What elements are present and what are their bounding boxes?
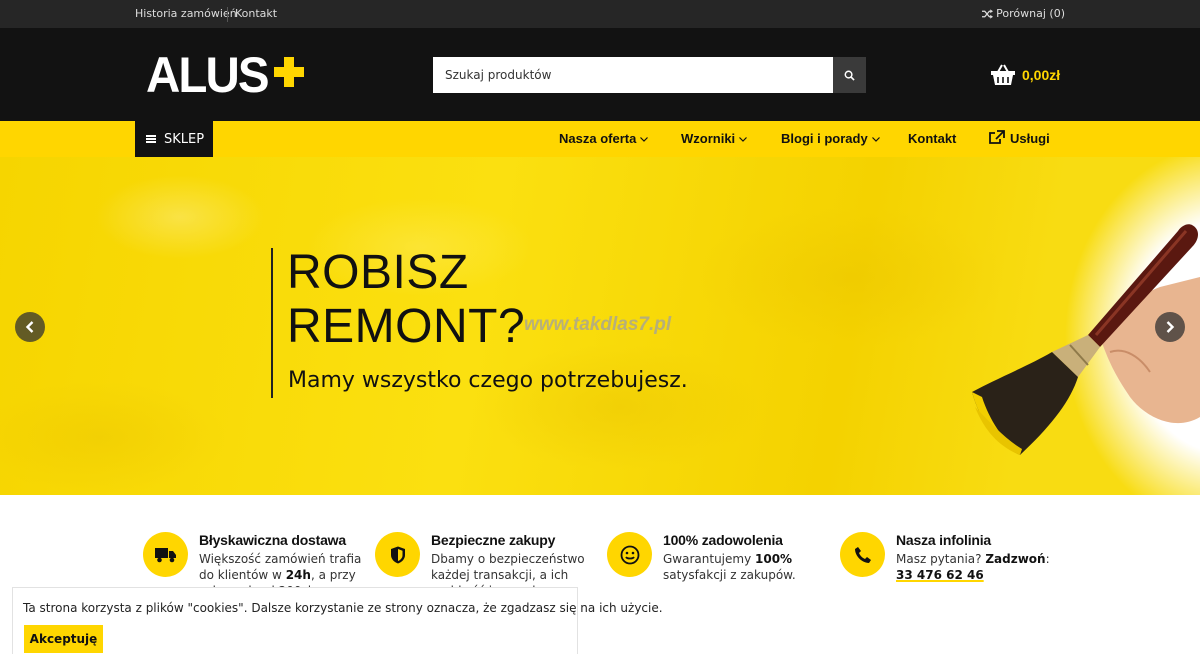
nav-item-label: Usługi [1010, 131, 1050, 146]
feature-icon-circle [607, 532, 652, 577]
feature-hotline: Nasza infolinia Masz pytania? Zadzwoń: 33… [840, 532, 1070, 612]
smiley-icon [620, 545, 639, 564]
feature-text-bold: 100% [755, 552, 793, 566]
chevron-right-icon [1166, 321, 1175, 333]
basket-icon [991, 64, 1015, 85]
feature-icon-circle [143, 532, 188, 577]
nav-item-label: Nasza oferta [559, 131, 637, 146]
feature-text-part: satysfakcji z zakupów. [663, 568, 796, 582]
feature-text-bold: Zadzwoń [985, 552, 1046, 566]
paintbrush-image [972, 224, 1200, 455]
hero-title-line1: ROBISZ [287, 246, 469, 299]
logo-plus-icon [274, 57, 305, 87]
feature-title: Nasza infolinia [896, 532, 992, 548]
cart-total: 0,00zł [1022, 67, 1061, 83]
compare-label: Porównaj (0) [996, 7, 1065, 20]
watermark: www.takdlas7.pl [524, 314, 672, 335]
top-bar: Historia zamówień Kontakt Porównaj (0) [0, 0, 1200, 28]
feature-title: Błyskawiczna dostawa [199, 532, 346, 548]
nav-item-label: Blogi i porady [781, 131, 868, 146]
shuffle-icon [982, 9, 994, 19]
nav-item-label: Wzorniki [681, 131, 736, 146]
feature-text-bold: 24h [285, 568, 311, 582]
nav-item-label: Kontakt [908, 131, 957, 146]
top-contact-link[interactable]: Kontakt [235, 0, 277, 28]
nav-item-patterns[interactable]: Wzorniki [681, 121, 748, 157]
top-bar-divider [227, 7, 228, 22]
feature-text: Gwarantujemy 100% satysfakcji z zakupów. [663, 551, 833, 583]
phone-icon [854, 546, 871, 563]
feature-title: 100% zadowolenia [663, 532, 783, 548]
shield-icon [390, 546, 405, 563]
external-link-icon [989, 130, 1005, 144]
nav-item-services[interactable]: Usługi [989, 121, 1050, 157]
search-button[interactable] [833, 57, 866, 93]
slider-prev-button[interactable] [15, 312, 45, 342]
main-nav: SKLEP Nasza oferta Wzorniki Blogi i pora… [0, 121, 1200, 157]
search-bar [433, 57, 866, 93]
hamburger-icon [146, 135, 156, 143]
shop-menu-button[interactable]: SKLEP [135, 121, 213, 157]
feature-title: Bezpieczne zakupy [431, 532, 556, 548]
chevron-down-icon [640, 137, 649, 142]
feature-text: Masz pytania? Zadzwoń: 33 476 62 46 [896, 551, 1066, 583]
chevron-down-icon [739, 137, 748, 142]
nav-item-blogs[interactable]: Blogi i porady [781, 121, 880, 157]
site-header: ALUS 0,00zł [0, 28, 1200, 121]
search-icon [844, 70, 855, 81]
hotline-phone-link[interactable]: 33 476 62 46 [896, 568, 984, 582]
feature-text-part: Masz pytania? [896, 552, 986, 566]
compare-link[interactable]: Porównaj (0) [982, 0, 1065, 28]
cookie-accept-button[interactable]: Akceptuję [24, 625, 103, 653]
logo-text: ALUS [146, 47, 270, 103]
nav-item-contact[interactable]: Kontakt [908, 121, 956, 157]
feature-text-part: : [1045, 552, 1050, 566]
hero-slider: ROBISZ REMONT? Mamy wszystko czego potrz… [0, 157, 1200, 495]
truck-icon [154, 547, 176, 562]
cart-button[interactable]: 0,00zł [990, 62, 1060, 88]
order-history-link[interactable]: Historia zamówień [135, 0, 237, 28]
feature-satisfaction: 100% zadowolenia Gwarantujemy 100% satys… [607, 532, 837, 612]
cookie-text: Ta strona korzysta z plików "cookies". D… [23, 601, 663, 615]
shop-label: SKLEP [164, 131, 205, 147]
logo[interactable]: ALUS [146, 47, 305, 103]
nav-item-offer[interactable]: Nasza oferta [559, 121, 649, 157]
hero-title: ROBISZ REMONT? [287, 246, 525, 354]
feature-icon-circle [840, 532, 885, 577]
hero-subtitle: Mamy wszystko czego potrzebujesz. [288, 368, 688, 393]
search-input[interactable] [433, 57, 833, 93]
feature-text-part: Gwarantujemy [663, 552, 755, 566]
cookie-banner: Ta strona korzysta z plików "cookies". D… [12, 587, 663, 654]
slider-next-button[interactable] [1155, 312, 1185, 342]
hero-title-line2: REMONT? [287, 300, 526, 353]
chevron-down-icon [871, 137, 880, 142]
hero-accent-line [271, 248, 273, 398]
chevron-left-icon [25, 321, 34, 333]
feature-icon-circle [375, 532, 420, 577]
